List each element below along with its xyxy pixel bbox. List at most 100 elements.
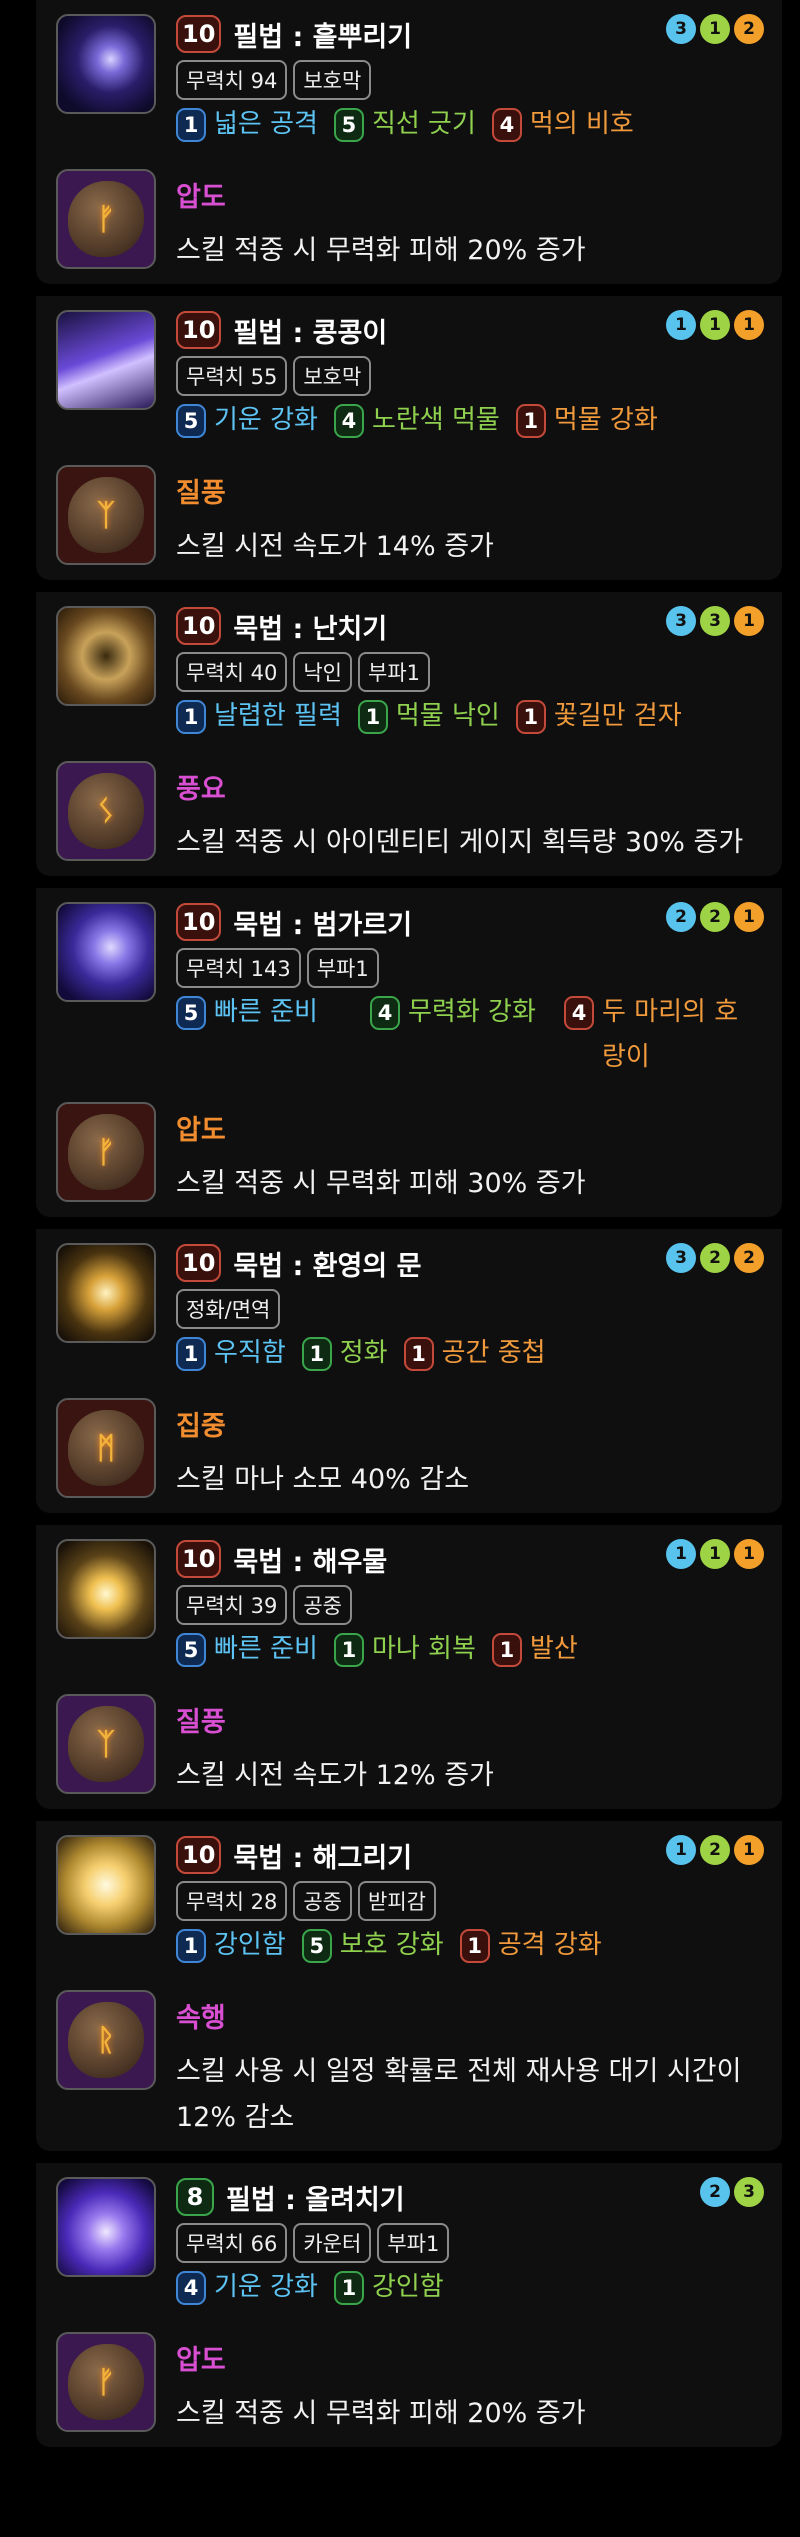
tripod-item[interactable]: 1 먹물 강화: [515, 404, 658, 443]
card-gap: [0, 1217, 800, 1229]
tripod-item[interactable]: 5 기운 강화: [176, 404, 318, 443]
tripod-item[interactable]: 4 먹의 비호: [491, 108, 634, 147]
rune-glyph-icon: ᚱ: [68, 2002, 144, 2078]
skill-tags: 무력치 39 공중: [176, 1585, 772, 1625]
tripod-tier-indicators: 121: [666, 1835, 764, 1865]
rune-icon[interactable]: ᛉ: [56, 465, 156, 565]
tripod-item[interactable]: 4 무력화 강화: [370, 996, 548, 1080]
phantom-gate-skill-icon[interactable]: [56, 1243, 156, 1343]
tripod-item[interactable]: 1 강인함: [333, 2271, 444, 2310]
tripod-tier-dot: 1: [734, 1539, 764, 1569]
tripod-tier-dot: 3: [666, 1243, 696, 1273]
tripod-tier-dot: 1: [734, 606, 764, 636]
skill-name: 필법 : 올려치기: [226, 2184, 405, 2216]
skill-card[interactable]: 1 2 1 10 묵법 : 해그리기 무력치 28 공중 받피감 1 강인함 5 보호 강화 1 공격 강…: [36, 1821, 782, 2151]
skill-card[interactable]: 3 1 2 10 필법 : 흩뿌리기 무력치 94 보호막 1 넓은 공격 5 직선 긋기 4 먹의 비…: [36, 0, 782, 284]
tripod-item[interactable]: 4두 마리의 호랑이: [564, 996, 742, 1080]
orchid-skill-icon[interactable]: [56, 606, 156, 706]
tripod-level-badge: 4: [333, 404, 364, 438]
tripod-level-badge: 4: [370, 996, 400, 1030]
tripod-item[interactable]: 1 넓은 공격: [176, 108, 318, 147]
tripod-name: 강인함: [371, 2272, 444, 2302]
tripod-item[interactable]: 1 공격 강화: [459, 1929, 602, 1968]
skill-tag: 무력치 28: [176, 1881, 288, 1921]
tripod-item[interactable]: 1 발산: [491, 1633, 578, 1672]
skill-tag: 보호막: [293, 60, 372, 100]
tripod-list: 1 날렵한 필력 1 먹물 낙인 1 꽃길만 걷자: [176, 700, 772, 739]
tripod-item[interactable]: 1 공간 중첩: [403, 1337, 546, 1376]
tripod-item[interactable]: 5 빠른 준비: [176, 996, 354, 1080]
tripod-tier-dot: 1: [666, 310, 696, 340]
skill-row: 3 3 1 10 묵법 : 난치기 무력치 40 낙인 부파1 1 날렵한 필력 1 먹물 낙인 1 꽃길…: [36, 606, 782, 739]
tripod-level-badge: 1: [515, 700, 546, 734]
tripod-tier-dot: 2: [700, 2177, 730, 2207]
tripod-item[interactable]: 1 우직함: [176, 1337, 286, 1376]
skill-card[interactable]: 3 3 1 10 묵법 : 난치기 무력치 40 낙인 부파1 1 날렵한 필력 1 먹물 낙인 1 꽃길…: [36, 592, 782, 876]
tripod-tier-dot: 2: [700, 1243, 730, 1273]
tripod-item[interactable]: 1 정화: [301, 1337, 388, 1376]
tripod-item[interactable]: 5 빠른 준비: [176, 1633, 318, 1672]
rune-name: 집중: [176, 1411, 226, 1442]
skill-tag: 받피감: [358, 1881, 436, 1921]
tripod-tier-dot: 1: [666, 1835, 696, 1865]
rune-glyph-icon: ᛊ: [68, 773, 144, 849]
tripod-item[interactable]: 4 노란색 먹물: [333, 404, 500, 443]
tripod-name: 날렵한 필력: [214, 701, 342, 731]
rune-description: 스킬 적중 시 무력화 피해 20% 증가: [176, 235, 586, 266]
rune-icon[interactable]: ᚠ: [56, 2332, 156, 2432]
tripod-level-badge: 1: [491, 1633, 522, 1667]
tripod-tier-dot: 3: [700, 606, 730, 636]
skill-card[interactable]: 2 2 1 10 묵법 : 범가르기 무력치 143 부파1 5 빠른 준비 4 무력화 강화 4 두 …: [36, 888, 782, 1217]
hopping-skill-icon[interactable]: [56, 310, 156, 410]
tripod-item[interactable]: 1 먹물 낙인: [357, 700, 500, 739]
tripod-level-badge: 1: [357, 700, 388, 734]
skill-tag: 공중: [293, 1585, 352, 1625]
skill-tag: 부파1: [358, 652, 431, 692]
tripod-name: 먹물 낙인: [395, 701, 500, 731]
sun-well-skill-icon[interactable]: [56, 1539, 156, 1639]
skill-name: 묵법 : 난치기: [233, 613, 388, 645]
tripod-name: 두 마리의 호랑이: [602, 997, 739, 1072]
tripod-item[interactable]: 1 마나 회복: [333, 1633, 476, 1672]
tripod-item[interactable]: 5 보호 강화: [301, 1929, 444, 1968]
rune-name: 속행: [176, 2003, 226, 2034]
tripod-name: 꽃길만 걷자: [553, 701, 682, 731]
skill-tag: 카운터: [293, 2223, 372, 2263]
rune-icon[interactable]: ᛉ: [56, 1694, 156, 1794]
tripod-item[interactable]: 1 강인함: [176, 1929, 286, 1968]
rune-icon[interactable]: ᚱ: [56, 1990, 156, 2090]
skill-card[interactable]: 1 1 1 10 묵법 : 해우물 무력치 39 공중 5 빠른 준비 1 마나 회복 1 발산 ᛉ 질풍 스…: [36, 1525, 782, 1809]
tripod-name: 공격 강화: [497, 1930, 602, 1960]
tripod-level-badge: 1: [176, 1929, 206, 1963]
tripod-item[interactable]: 1 날렵한 필력: [176, 700, 342, 739]
rune-icon[interactable]: ᚠ: [56, 1102, 156, 1202]
skill-tag: 낙인: [293, 652, 352, 692]
skill-tag: 무력치 143: [176, 948, 301, 988]
tripod-tier-dot: 2: [734, 1243, 764, 1273]
tripod-item[interactable]: 1 꽃길만 걷자: [515, 700, 682, 739]
rune-row: ᚠ 압도 스킬 적중 시 무력화 피해 30% 증가: [36, 1102, 782, 1207]
skill-level-badge: 10: [176, 311, 222, 349]
tripod-name: 강인함: [214, 1930, 286, 1960]
skill-card[interactable]: 1 1 1 10 필법 : 콩콩이 무력치 55 보호막 5 기운 강화 4 노란색 먹물 1 먹물 강…: [36, 296, 782, 580]
ink-splash-skill-icon[interactable]: [56, 14, 156, 114]
rune-icon[interactable]: ᚠ: [56, 169, 156, 269]
rune-name: 질풍: [176, 478, 226, 509]
tripod-tier-dot: 1: [700, 1539, 730, 1569]
tripod-level-badge: 5: [301, 1929, 332, 1963]
skill-card[interactable]: 3 2 2 10 묵법 : 환영의 문 정화/면역 1 우직함 1 정화 1 공간 중첩 ᛗ 집중 스킬 마…: [36, 1229, 782, 1513]
rune-icon[interactable]: ᛗ: [56, 1398, 156, 1498]
rune-name: 압도: [176, 182, 226, 213]
tripod-tier-dot: 1: [734, 310, 764, 340]
tripod-item[interactable]: 5 직선 긋기: [333, 108, 476, 147]
rune-glyph-icon: ᛉ: [68, 477, 144, 553]
tiger-skill-icon[interactable]: [56, 902, 156, 1002]
rune-icon[interactable]: ᛊ: [56, 761, 156, 861]
tripod-item[interactable]: 4 기운 강화: [176, 2271, 318, 2310]
upswing-skill-icon[interactable]: [56, 2177, 156, 2277]
tripod-tier-indicators: 111: [666, 310, 764, 340]
skill-card[interactable]: 2 3 8 필법 : 올려치기 무력치 66 카운터 부파1 4 기운 강화 1 강인함 ᚠ 압도 스킬 …: [36, 2163, 782, 2447]
sun-draw-skill-icon[interactable]: [56, 1835, 156, 1935]
skill-tag: 무력치 39: [176, 1585, 288, 1625]
tripod-name: 공간 중첩: [441, 1338, 546, 1368]
